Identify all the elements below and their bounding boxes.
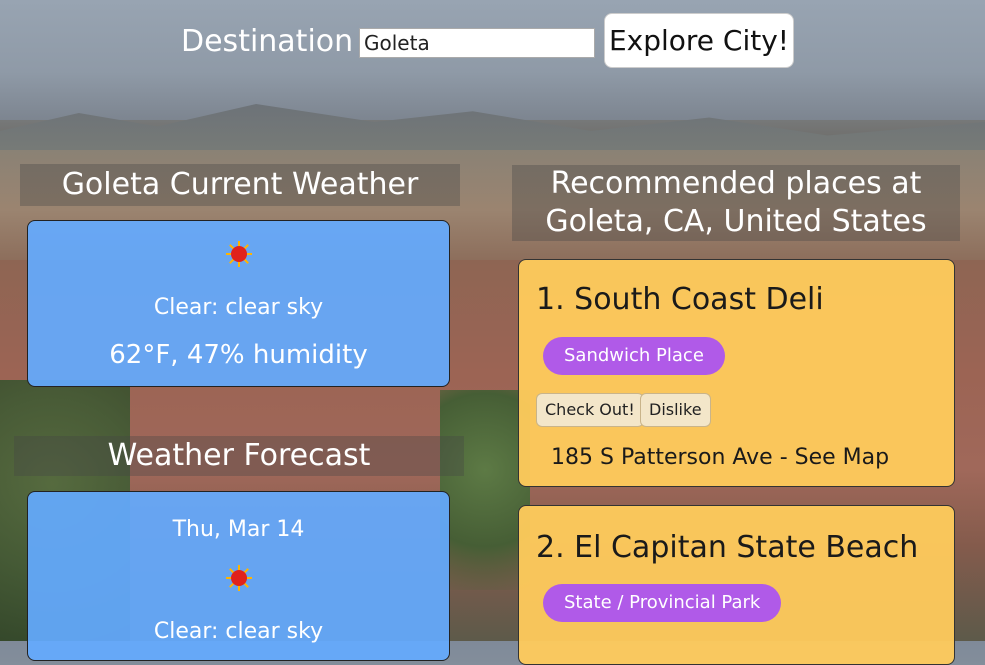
destination-label: Destination <box>181 24 354 59</box>
places-title-line1: Recommended places at <box>550 166 922 201</box>
sun-icon <box>226 565 252 591</box>
forecast-card: Thu, Mar 14 Clear: clear sky <box>27 491 450 661</box>
places-title: Recommended places at Goleta, CA, United… <box>512 165 960 241</box>
destination-input[interactable] <box>359 28 595 58</box>
search-header: Destination Explore City! <box>0 0 985 85</box>
explore-city-button[interactable]: Explore City! <box>604 13 794 68</box>
place-name: 1. South Coast Deli <box>536 282 824 317</box>
dislike-button[interactable]: Dislike <box>640 393 711 427</box>
check-out-button[interactable]: Check Out! <box>536 393 644 427</box>
forecast-date: Thu, Mar 14 <box>172 517 305 542</box>
place-card: 2. El Capitan State Beach State / Provin… <box>518 505 955 665</box>
current-weather-card: Clear: clear sky 62°F, 47% humidity <box>27 220 450 387</box>
current-weather-title: Goleta Current Weather <box>20 164 460 206</box>
weather-condition: Clear: clear sky <box>153 295 324 320</box>
place-name: 2. El Capitan State Beach <box>536 530 919 565</box>
trees-middle <box>440 390 530 590</box>
sun-icon <box>226 241 252 267</box>
forecast-title: Weather Forecast <box>14 436 464 476</box>
place-address[interactable]: 185 S Patterson Ave - See Map <box>551 445 889 470</box>
places-title-line2: Goleta, CA, United States <box>545 204 927 239</box>
category-badge: State / Provincial Park <box>543 584 782 622</box>
forecast-condition: Clear: clear sky <box>153 619 324 644</box>
category-badge: Sandwich Place <box>543 337 725 375</box>
weather-temp-humidity: 62°F, 47% humidity <box>109 340 368 370</box>
place-card: 1. South Coast Deli Sandwich Place Check… <box>518 259 955 487</box>
